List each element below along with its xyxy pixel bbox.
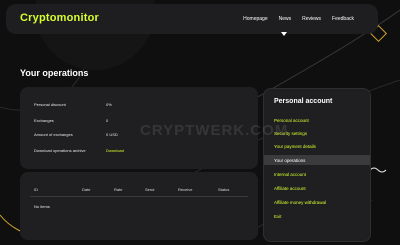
ops-label-discount: Personal discount [34, 102, 66, 107]
sidebar-item-internal-account[interactable]: Internal account [264, 169, 370, 179]
column-header-receive[interactable]: Receive [178, 187, 192, 192]
sidebar-item-exit[interactable]: Exit [264, 211, 370, 221]
page-title: Your operations [20, 68, 89, 78]
sidebar-item-your-operations[interactable]: Your operations [264, 155, 370, 165]
operations-table: ID Date Rate Send Receive Status No item… [20, 172, 258, 240]
account-sidebar-title: Personal account [274, 98, 333, 105]
ops-label-exchanges: Exchanges [34, 118, 54, 123]
sidebar-item-affiliate-withdrawal[interactable]: Affiliate money withdrawal [264, 197, 370, 207]
empty-table-message: No items [34, 204, 50, 209]
ops-value-discount: 0% [106, 102, 112, 107]
nav-homepage[interactable]: Homepage [243, 16, 267, 22]
column-header-rate[interactable]: Rate [114, 187, 122, 192]
ops-label-archive: Download operations archive [34, 148, 86, 153]
nav-news[interactable]: News [279, 16, 292, 22]
nav-reviews[interactable]: Reviews [302, 16, 321, 22]
sidebar-item-payment-details[interactable]: Your payment details [264, 141, 370, 151]
sidebar-item-security-settings[interactable]: Security settings [264, 128, 370, 138]
column-header-status[interactable]: Status [218, 187, 229, 192]
main-nav: Homepage News Reviews Feedback [243, 16, 354, 22]
account-sidebar: Personal account Personal account Securi… [263, 88, 371, 242]
column-header-id[interactable]: ID [34, 187, 38, 192]
logo[interactable]: Cryptomonitor [20, 12, 99, 24]
header-bar: Cryptomonitor Homepage News Reviews Feed… [6, 4, 378, 34]
nav-caret-icon [281, 32, 287, 36]
table-header-divider [30, 196, 248, 197]
ops-value-amount: 0 USD [106, 132, 118, 137]
sidebar-item-personal-account[interactable]: Personal account [264, 115, 370, 125]
column-header-date[interactable]: Date [82, 187, 90, 192]
ops-value-exchanges: 0 [106, 118, 109, 123]
column-header-send[interactable]: Send [145, 187, 154, 192]
download-archive-link[interactable]: Download [106, 148, 124, 153]
sidebar-item-affiliate-account[interactable]: Affiliate account [264, 183, 370, 193]
operations-summary-card: Personal discount 0% Exchanges 0 Amount … [20, 87, 258, 169]
nav-feedback[interactable]: Feedback [332, 16, 354, 22]
ops-label-amount: Amount of exchanges [34, 132, 73, 137]
